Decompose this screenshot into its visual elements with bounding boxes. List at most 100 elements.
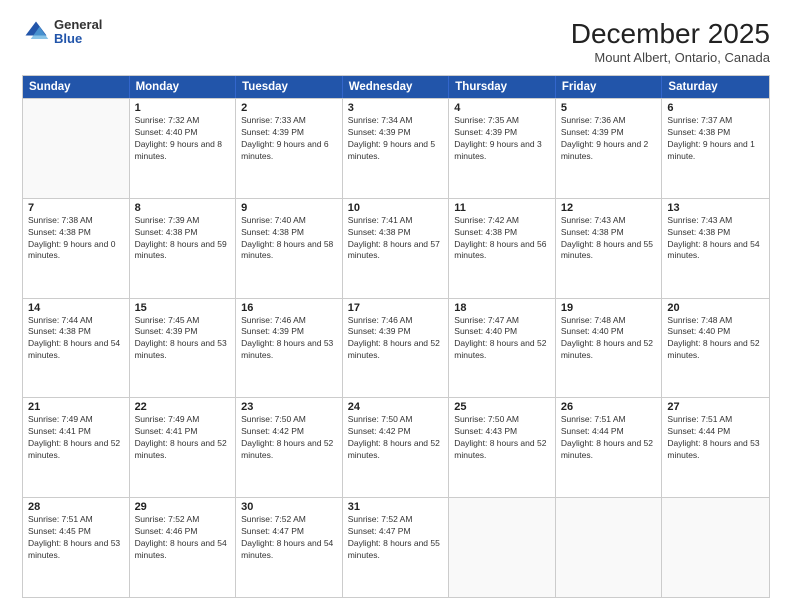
calendar-row-1: 1Sunrise: 7:32 AM Sunset: 4:40 PM Daylig… bbox=[23, 98, 769, 198]
day-detail: Sunrise: 7:45 AM Sunset: 4:39 PM Dayligh… bbox=[135, 315, 231, 363]
day-number: 11 bbox=[454, 202, 550, 214]
calendar-cell-15: 15Sunrise: 7:45 AM Sunset: 4:39 PM Dayli… bbox=[130, 299, 237, 398]
day-number: 3 bbox=[348, 102, 444, 114]
day-detail: Sunrise: 7:52 AM Sunset: 4:47 PM Dayligh… bbox=[348, 514, 444, 562]
page: General Blue December 2025 Mount Albert,… bbox=[0, 0, 792, 612]
day-detail: Sunrise: 7:51 AM Sunset: 4:45 PM Dayligh… bbox=[28, 514, 124, 562]
day-detail: Sunrise: 7:33 AM Sunset: 4:39 PM Dayligh… bbox=[241, 115, 337, 163]
day-number: 25 bbox=[454, 401, 550, 413]
day-detail: Sunrise: 7:43 AM Sunset: 4:38 PM Dayligh… bbox=[561, 215, 657, 263]
day-number: 24 bbox=[348, 401, 444, 413]
day-number: 15 bbox=[135, 302, 231, 314]
day-number: 5 bbox=[561, 102, 657, 114]
day-detail: Sunrise: 7:43 AM Sunset: 4:38 PM Dayligh… bbox=[667, 215, 764, 263]
calendar-cell-10: 10Sunrise: 7:41 AM Sunset: 4:38 PM Dayli… bbox=[343, 199, 450, 298]
calendar-cell-30: 30Sunrise: 7:52 AM Sunset: 4:47 PM Dayli… bbox=[236, 498, 343, 597]
calendar-cell-empty-4-4 bbox=[449, 498, 556, 597]
day-number: 12 bbox=[561, 202, 657, 214]
day-number: 31 bbox=[348, 501, 444, 513]
day-number: 10 bbox=[348, 202, 444, 214]
calendar-cell-empty-0-0 bbox=[23, 99, 130, 198]
day-detail: Sunrise: 7:49 AM Sunset: 4:41 PM Dayligh… bbox=[28, 414, 124, 462]
day-detail: Sunrise: 7:46 AM Sunset: 4:39 PM Dayligh… bbox=[241, 315, 337, 363]
day-detail: Sunrise: 7:35 AM Sunset: 4:39 PM Dayligh… bbox=[454, 115, 550, 163]
day-number: 7 bbox=[28, 202, 124, 214]
calendar-header-thursday: Thursday bbox=[449, 76, 556, 98]
day-number: 28 bbox=[28, 501, 124, 513]
calendar-cell-29: 29Sunrise: 7:52 AM Sunset: 4:46 PM Dayli… bbox=[130, 498, 237, 597]
day-number: 30 bbox=[241, 501, 337, 513]
day-number: 1 bbox=[135, 102, 231, 114]
calendar-header-row: SundayMondayTuesdayWednesdayThursdayFrid… bbox=[23, 76, 769, 98]
calendar-cell-6: 6Sunrise: 7:37 AM Sunset: 4:38 PM Daylig… bbox=[662, 99, 769, 198]
calendar-cell-20: 20Sunrise: 7:48 AM Sunset: 4:40 PM Dayli… bbox=[662, 299, 769, 398]
calendar-cell-27: 27Sunrise: 7:51 AM Sunset: 4:44 PM Dayli… bbox=[662, 398, 769, 497]
calendar-cell-31: 31Sunrise: 7:52 AM Sunset: 4:47 PM Dayli… bbox=[343, 498, 450, 597]
day-detail: Sunrise: 7:38 AM Sunset: 4:38 PM Dayligh… bbox=[28, 215, 124, 263]
calendar-cell-23: 23Sunrise: 7:50 AM Sunset: 4:42 PM Dayli… bbox=[236, 398, 343, 497]
calendar-cell-25: 25Sunrise: 7:50 AM Sunset: 4:43 PM Dayli… bbox=[449, 398, 556, 497]
day-number: 9 bbox=[241, 202, 337, 214]
day-number: 4 bbox=[454, 102, 550, 114]
calendar-cell-19: 19Sunrise: 7:48 AM Sunset: 4:40 PM Dayli… bbox=[556, 299, 663, 398]
day-detail: Sunrise: 7:52 AM Sunset: 4:46 PM Dayligh… bbox=[135, 514, 231, 562]
day-detail: Sunrise: 7:36 AM Sunset: 4:39 PM Dayligh… bbox=[561, 115, 657, 163]
calendar-body: 1Sunrise: 7:32 AM Sunset: 4:40 PM Daylig… bbox=[23, 98, 769, 597]
header: General Blue December 2025 Mount Albert,… bbox=[22, 18, 770, 65]
day-detail: Sunrise: 7:51 AM Sunset: 4:44 PM Dayligh… bbox=[561, 414, 657, 462]
day-detail: Sunrise: 7:39 AM Sunset: 4:38 PM Dayligh… bbox=[135, 215, 231, 263]
calendar-header-sunday: Sunday bbox=[23, 76, 130, 98]
day-detail: Sunrise: 7:50 AM Sunset: 4:42 PM Dayligh… bbox=[241, 414, 337, 462]
calendar-cell-16: 16Sunrise: 7:46 AM Sunset: 4:39 PM Dayli… bbox=[236, 299, 343, 398]
calendar-cell-13: 13Sunrise: 7:43 AM Sunset: 4:38 PM Dayli… bbox=[662, 199, 769, 298]
day-detail: Sunrise: 7:51 AM Sunset: 4:44 PM Dayligh… bbox=[667, 414, 764, 462]
day-detail: Sunrise: 7:40 AM Sunset: 4:38 PM Dayligh… bbox=[241, 215, 337, 263]
main-title: December 2025 bbox=[571, 18, 770, 50]
calendar-cell-28: 28Sunrise: 7:51 AM Sunset: 4:45 PM Dayli… bbox=[23, 498, 130, 597]
day-detail: Sunrise: 7:52 AM Sunset: 4:47 PM Dayligh… bbox=[241, 514, 337, 562]
day-detail: Sunrise: 7:32 AM Sunset: 4:40 PM Dayligh… bbox=[135, 115, 231, 163]
day-detail: Sunrise: 7:41 AM Sunset: 4:38 PM Dayligh… bbox=[348, 215, 444, 263]
calendar-cell-12: 12Sunrise: 7:43 AM Sunset: 4:38 PM Dayli… bbox=[556, 199, 663, 298]
day-number: 29 bbox=[135, 501, 231, 513]
calendar-cell-1: 1Sunrise: 7:32 AM Sunset: 4:40 PM Daylig… bbox=[130, 99, 237, 198]
calendar-row-4: 21Sunrise: 7:49 AM Sunset: 4:41 PM Dayli… bbox=[23, 397, 769, 497]
calendar-cell-21: 21Sunrise: 7:49 AM Sunset: 4:41 PM Dayli… bbox=[23, 398, 130, 497]
calendar-cell-7: 7Sunrise: 7:38 AM Sunset: 4:38 PM Daylig… bbox=[23, 199, 130, 298]
day-detail: Sunrise: 7:37 AM Sunset: 4:38 PM Dayligh… bbox=[667, 115, 764, 163]
calendar-cell-8: 8Sunrise: 7:39 AM Sunset: 4:38 PM Daylig… bbox=[130, 199, 237, 298]
logo-general: General bbox=[54, 18, 102, 32]
day-detail: Sunrise: 7:42 AM Sunset: 4:38 PM Dayligh… bbox=[454, 215, 550, 263]
calendar-cell-14: 14Sunrise: 7:44 AM Sunset: 4:38 PM Dayli… bbox=[23, 299, 130, 398]
day-number: 17 bbox=[348, 302, 444, 314]
calendar-row-2: 7Sunrise: 7:38 AM Sunset: 4:38 PM Daylig… bbox=[23, 198, 769, 298]
day-detail: Sunrise: 7:49 AM Sunset: 4:41 PM Dayligh… bbox=[135, 414, 231, 462]
calendar-cell-4: 4Sunrise: 7:35 AM Sunset: 4:39 PM Daylig… bbox=[449, 99, 556, 198]
day-detail: Sunrise: 7:47 AM Sunset: 4:40 PM Dayligh… bbox=[454, 315, 550, 363]
calendar-header-saturday: Saturday bbox=[662, 76, 769, 98]
calendar-cell-5: 5Sunrise: 7:36 AM Sunset: 4:39 PM Daylig… bbox=[556, 99, 663, 198]
day-number: 6 bbox=[667, 102, 764, 114]
day-number: 14 bbox=[28, 302, 124, 314]
day-detail: Sunrise: 7:34 AM Sunset: 4:39 PM Dayligh… bbox=[348, 115, 444, 163]
calendar-cell-18: 18Sunrise: 7:47 AM Sunset: 4:40 PM Dayli… bbox=[449, 299, 556, 398]
day-number: 22 bbox=[135, 401, 231, 413]
calendar-header-monday: Monday bbox=[130, 76, 237, 98]
calendar-cell-22: 22Sunrise: 7:49 AM Sunset: 4:41 PM Dayli… bbox=[130, 398, 237, 497]
calendar-cell-26: 26Sunrise: 7:51 AM Sunset: 4:44 PM Dayli… bbox=[556, 398, 663, 497]
day-number: 2 bbox=[241, 102, 337, 114]
day-detail: Sunrise: 7:44 AM Sunset: 4:38 PM Dayligh… bbox=[28, 315, 124, 363]
day-number: 20 bbox=[667, 302, 764, 314]
calendar-cell-3: 3Sunrise: 7:34 AM Sunset: 4:39 PM Daylig… bbox=[343, 99, 450, 198]
day-detail: Sunrise: 7:48 AM Sunset: 4:40 PM Dayligh… bbox=[667, 315, 764, 363]
day-number: 13 bbox=[667, 202, 764, 214]
day-number: 16 bbox=[241, 302, 337, 314]
calendar-cell-11: 11Sunrise: 7:42 AM Sunset: 4:38 PM Dayli… bbox=[449, 199, 556, 298]
subtitle: Mount Albert, Ontario, Canada bbox=[571, 50, 770, 65]
calendar-cell-24: 24Sunrise: 7:50 AM Sunset: 4:42 PM Dayli… bbox=[343, 398, 450, 497]
title-block: December 2025 Mount Albert, Ontario, Can… bbox=[571, 18, 770, 65]
calendar: SundayMondayTuesdayWednesdayThursdayFrid… bbox=[22, 75, 770, 598]
logo: General Blue bbox=[22, 18, 102, 47]
day-detail: Sunrise: 7:50 AM Sunset: 4:43 PM Dayligh… bbox=[454, 414, 550, 462]
calendar-cell-2: 2Sunrise: 7:33 AM Sunset: 4:39 PM Daylig… bbox=[236, 99, 343, 198]
